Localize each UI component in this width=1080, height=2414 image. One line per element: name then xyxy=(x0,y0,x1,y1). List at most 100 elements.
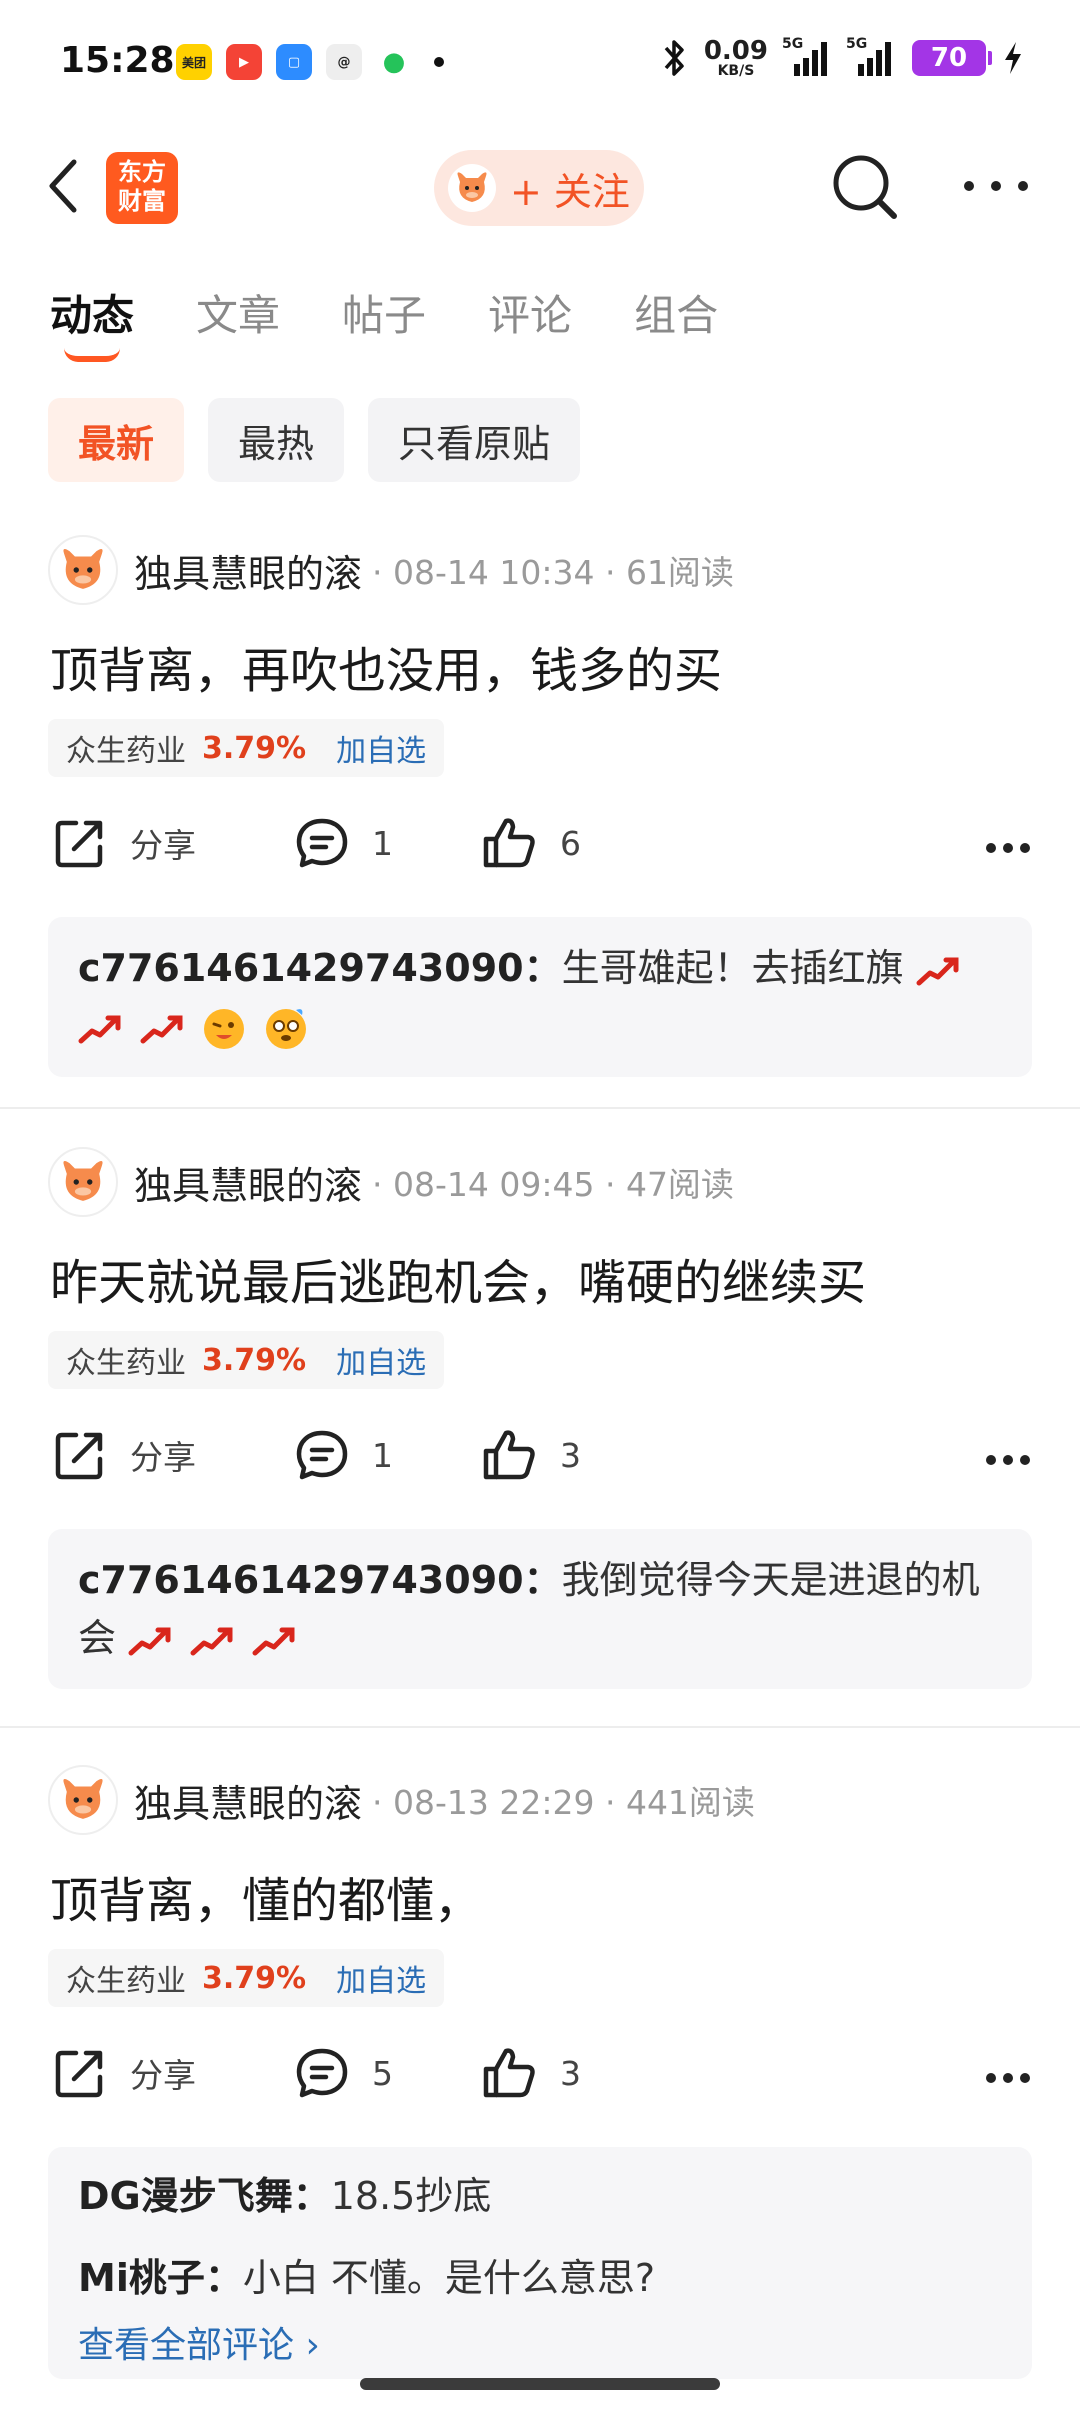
stock-change: 3.79% xyxy=(202,1960,307,1996)
tab-comments[interactable]: 评论 xyxy=(488,282,572,343)
share-button[interactable]: 分享 xyxy=(52,2045,196,2101)
comment-icon xyxy=(296,2048,348,2098)
add-watchlist-button[interactable]: 加自选 xyxy=(336,726,426,770)
add-watchlist-button[interactable]: 加自选 xyxy=(336,1956,426,2000)
stock-tag[interactable]: 众生药业 3.79% 加自选 xyxy=(48,1949,445,2007)
post-meta: · 08-14 09:45 · 47阅读 xyxy=(372,1165,734,1204)
home-indicator[interactable] xyxy=(360,2378,720,2390)
more-notifications-dot xyxy=(434,57,444,67)
post-card[interactable]: 独具慧眼的滚 · 08-14 09:45 · 47阅读 昨天就说最后逃跑机会，嘴… xyxy=(0,1147,1080,1707)
post-more-button[interactable] xyxy=(986,1455,1030,1465)
charging-icon xyxy=(1005,42,1021,74)
logo-line-1: 东方 xyxy=(118,158,166,186)
reply-preview[interactable]: c7761461429743090：生哥雄起！去插红旗 xyxy=(48,917,1032,1077)
profile-tabs: 动态 文章 帖子 评论 组合 xyxy=(50,282,718,362)
back-button[interactable] xyxy=(40,154,88,218)
bluetooth-icon xyxy=(664,40,684,76)
comment-icon xyxy=(296,1430,348,1480)
stock-tag[interactable]: 众生药业 3.79% 加自选 xyxy=(48,719,445,777)
reply-user[interactable]: DG漫步飞舞： xyxy=(78,2174,331,2218)
post-content[interactable]: 顶背离，懂的都懂， xyxy=(50,1861,1030,1931)
post-card[interactable]: 独具慧眼的滚 · 08-13 22:29 · 441阅读 顶背离，懂的都懂， 众… xyxy=(0,1765,1080,2379)
comment-button[interactable]: 5 xyxy=(294,2045,393,2101)
filter-hottest[interactable]: 最热 xyxy=(208,398,345,482)
avatar[interactable] xyxy=(48,1147,118,1217)
stock-tag[interactable]: 众生药业 3.79% 加自选 xyxy=(48,1331,445,1389)
like-button[interactable]: 3 xyxy=(480,2045,581,2101)
like-count: 3 xyxy=(560,2053,581,2093)
filter-chips: 最新 最热 只看原贴 xyxy=(48,398,581,482)
comment-count: 5 xyxy=(372,2053,393,2093)
thumbs-up-icon xyxy=(483,818,535,868)
signal-1-tag: 5G xyxy=(782,36,804,52)
share-button[interactable]: 分享 xyxy=(52,1427,196,1483)
post-content[interactable]: 昨天就说最后逃跑机会，嘴硬的继续买 xyxy=(50,1243,1030,1313)
chat-icon: ● xyxy=(376,44,412,80)
signal-2-tag: 5G xyxy=(846,36,868,52)
author-name[interactable]: 独具慧眼的滚 xyxy=(134,1155,362,1210)
post-actions: 分享 1 6 xyxy=(50,815,1030,885)
reply-user[interactable]: c7761461429743090： xyxy=(78,1558,562,1602)
bull-avatar-icon xyxy=(63,548,103,589)
tab-activity[interactable]: 动态 xyxy=(50,282,134,362)
post-header: 独具慧眼的滚 · 08-13 22:29 · 441阅读 xyxy=(48,1765,755,1835)
search-icon[interactable] xyxy=(830,152,900,222)
tab-portfolio[interactable]: 组合 xyxy=(634,282,718,343)
share-label: 分享 xyxy=(130,2056,196,2095)
dizzy-face-emoji xyxy=(266,1008,307,1049)
comment-button[interactable]: 1 xyxy=(294,1427,393,1483)
filter-latest[interactable]: 最新 xyxy=(48,398,185,482)
reply-text: 小白 不懂。是什么意思? xyxy=(242,2256,656,2300)
like-button[interactable]: 3 xyxy=(480,1427,581,1483)
stock-change: 3.79% xyxy=(202,1342,307,1378)
avatar[interactable] xyxy=(48,535,118,605)
follow-label: + 关注 xyxy=(510,169,630,214)
reply-preview[interactable]: c7761461429743090：我倒觉得今天是进退的机会 xyxy=(48,1529,1032,1689)
network-speed: 0.09 KB/S xyxy=(704,38,768,78)
wink-emoji xyxy=(204,1008,245,1049)
comment-count: 1 xyxy=(372,823,393,863)
avatar[interactable] xyxy=(48,1765,118,1835)
post-divider xyxy=(0,1726,1080,1728)
reply-item: c7761461429743090：我倒觉得今天是进退的机会 xyxy=(78,1551,1002,1667)
post-header: 独具慧眼的滚 · 08-14 10:34 · 61阅读 xyxy=(48,535,734,605)
meituan-icon: 美团 xyxy=(176,44,212,80)
network-speed-value: 0.09 xyxy=(703,36,768,66)
more-options-button[interactable] xyxy=(964,174,1028,198)
stock-name: 众生药业 xyxy=(66,1964,186,1999)
post-more-button[interactable] xyxy=(986,2073,1030,2083)
network-speed-unit: KB/S xyxy=(717,63,755,79)
reply-text: 18.5抄底 xyxy=(330,2174,492,2218)
author-name[interactable]: 独具慧眼的滚 xyxy=(134,543,362,598)
post-actions: 分享 5 3 xyxy=(50,2045,1030,2115)
logo-line-2: 财富 xyxy=(118,187,166,215)
filter-original-only[interactable]: 只看原贴 xyxy=(368,398,581,482)
user-avatar xyxy=(448,164,496,212)
rising-chart-emoji xyxy=(252,1627,295,1655)
add-watchlist-button[interactable]: 加自选 xyxy=(336,1338,426,1382)
reply-user[interactable]: Mi桃子： xyxy=(78,2256,243,2300)
author-name[interactable]: 独具慧眼的滚 xyxy=(134,1773,362,1828)
reply-user[interactable]: c7761461429743090： xyxy=(78,946,562,990)
post-header: 独具慧眼的滚 · 08-14 09:45 · 47阅读 xyxy=(48,1147,734,1217)
signal-icon-2: 5G xyxy=(846,36,896,76)
eastmoney-logo[interactable]: 东方 财富 xyxy=(106,152,178,224)
comment-button[interactable]: 1 xyxy=(294,815,393,871)
threads-icon: @ xyxy=(326,44,362,80)
status-time: 15:28 xyxy=(60,40,175,81)
like-button[interactable]: 6 xyxy=(480,815,581,871)
post-content[interactable]: 顶背离，再吹也没用，钱多的买 xyxy=(50,631,1030,701)
thumbs-up-icon xyxy=(483,2048,535,2098)
follow-button[interactable]: + 关注 xyxy=(434,150,644,226)
share-button[interactable]: 分享 xyxy=(52,815,196,871)
post-more-button[interactable] xyxy=(986,843,1030,853)
tab-posts[interactable]: 帖子 xyxy=(342,282,426,343)
active-tab-indicator xyxy=(64,348,120,362)
tab-articles[interactable]: 文章 xyxy=(196,282,280,343)
comment-count: 1 xyxy=(372,1435,393,1475)
post-card[interactable]: 独具慧眼的滚 · 08-14 10:34 · 61阅读 顶背离，再吹也没用，钱多… xyxy=(0,535,1080,1095)
reply-preview[interactable]: DG漫步飞舞：18.5抄底 Mi桃子：小白 不懂。是什么意思? 查看全部评论 › xyxy=(48,2147,1032,2379)
reply-item: DG漫步飞舞：18.5抄底 xyxy=(78,2155,1002,2237)
signal-icon: 5G xyxy=(782,36,832,76)
status-indicators: 0.09 KB/S 5G 5G 70 xyxy=(662,36,1024,78)
